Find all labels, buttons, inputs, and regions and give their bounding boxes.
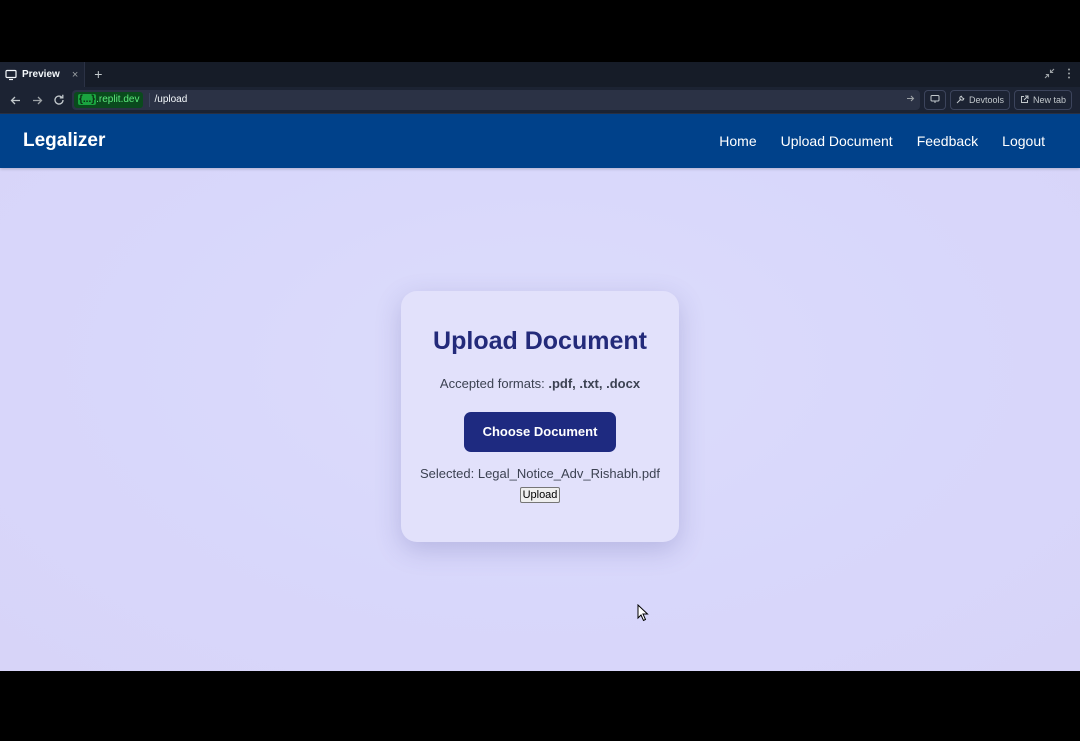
card-title: Upload Document xyxy=(433,327,647,355)
devtools-button[interactable]: Devtools xyxy=(950,90,1011,110)
upload-card: Upload Document Accepted formats: .pdf, … xyxy=(401,291,679,542)
back-arrow-icon[interactable] xyxy=(4,89,26,111)
collapse-icon[interactable] xyxy=(1044,68,1055,82)
domain-prefix: {...} xyxy=(78,94,97,105)
selected-label: Selected: xyxy=(420,466,475,481)
domain-badge: {...}.replit.dev xyxy=(74,92,144,108)
more-options-icon[interactable] xyxy=(1067,68,1071,82)
nav-link-home[interactable]: Home xyxy=(719,133,756,149)
choose-document-button[interactable]: Choose Document xyxy=(464,412,616,452)
selected-filename: Legal_Notice_Adv_Rishabh.pdf xyxy=(477,466,660,481)
nav-links: Home Upload Document Feedback Logout xyxy=(719,133,1057,149)
forward-arrow-icon[interactable] xyxy=(26,89,48,111)
nav-link-upload-document[interactable]: Upload Document xyxy=(781,133,893,149)
reload-icon[interactable] xyxy=(48,89,70,111)
tab-title: Preview xyxy=(22,69,60,80)
site-navbar: Legalizer Home Upload Document Feedback … xyxy=(0,114,1080,168)
go-arrow-icon[interactable] xyxy=(906,94,915,106)
domain-suffix: .replit.dev xyxy=(96,94,140,105)
formats-label: Accepted formats: xyxy=(439,376,545,391)
upload-button[interactable]: Upload xyxy=(519,487,561,503)
screen-icon xyxy=(930,94,940,106)
monitor-icon xyxy=(5,69,17,81)
browser-window: Preview × + {...}.replit.dev /upload Dev… xyxy=(0,62,1080,671)
mouse-cursor-icon xyxy=(637,603,649,627)
tab-preview[interactable]: Preview × xyxy=(0,62,86,87)
tab-strip: Preview × + xyxy=(0,62,1080,87)
new-tab-label: New tab xyxy=(1033,95,1067,105)
nav-link-logout[interactable]: Logout xyxy=(1002,133,1045,149)
wrench-icon xyxy=(956,95,965,106)
brand-logo[interactable]: Legalizer xyxy=(23,130,105,152)
formats-value: .pdf, .txt, .docx xyxy=(548,376,641,391)
nav-link-feedback[interactable]: Feedback xyxy=(917,133,978,149)
add-tab-icon[interactable]: + xyxy=(94,62,102,87)
devtools-label: Devtools xyxy=(969,95,1005,105)
close-icon[interactable]: × xyxy=(72,69,78,81)
open-new-tab-button[interactable]: New tab xyxy=(1014,90,1073,110)
page-content: Legalizer Home Upload Document Feedback … xyxy=(0,114,1080,671)
selected-file: Selected: Legal_Notice_Adv_Rishabh.pdf xyxy=(401,466,679,481)
external-link-icon xyxy=(1020,95,1029,106)
accepted-formats: Accepted formats: .pdf, .txt, .docx xyxy=(401,376,679,391)
screen-share-button[interactable] xyxy=(924,90,946,110)
url-field[interactable]: {...}.replit.dev /upload xyxy=(72,90,920,110)
url-path: /upload xyxy=(149,93,187,107)
address-bar-row: {...}.replit.dev /upload Devtools New ta… xyxy=(0,87,1080,114)
